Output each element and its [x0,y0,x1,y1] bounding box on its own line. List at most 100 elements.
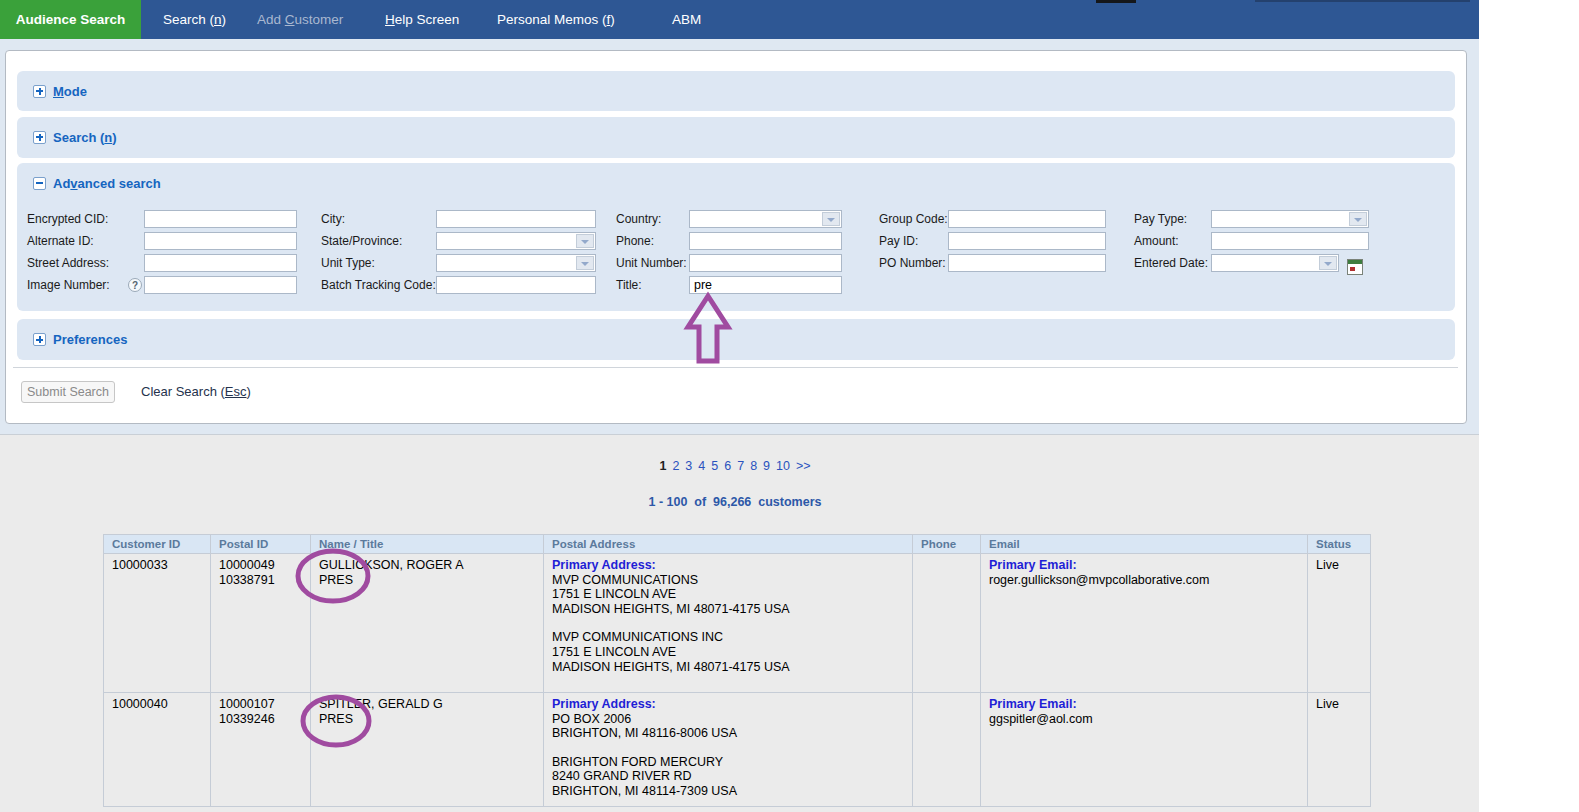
cell-postal-id: 1000004910338791 [211,554,311,693]
chevron-down-icon[interactable] [1319,256,1337,270]
section-advanced-header[interactable]: Advanced search [17,163,1455,203]
cell-phone [913,693,981,807]
chevron-down-icon[interactable] [1349,212,1367,226]
result-count: 1 - 100 of 96,266 customers [0,495,1470,509]
cell-name-title: GULLICKSON, ROGER APRES [311,554,544,693]
table-row: 10000033 1000004910338791 GULLICKSON, RO… [104,554,1371,693]
page-link[interactable]: 6 [724,459,731,473]
street-address-label: Street Address: [27,254,109,272]
cell-email: Primary Email: ggspitler@aol.com [981,693,1308,807]
audience-search-app: Audience Search Search (n) Add Customer … [0,0,1579,812]
image-number-input[interactable] [144,276,297,294]
page-link[interactable]: 3 [685,459,692,473]
state-province-select[interactable] [436,232,596,250]
col-postal-address: Postal Address [544,535,913,554]
cell-email: Primary Email: roger.gullickson@mvpcolla… [981,554,1308,693]
tab-audience-search[interactable]: Audience Search [0,0,141,39]
expand-icon[interactable] [33,85,46,98]
city-input[interactable] [436,210,596,228]
section-preferences: Preferences [17,319,1455,360]
cell-customer-id: 10000033 [104,554,211,693]
section-mode-header[interactable]: Mode [17,71,1455,111]
chevron-down-icon[interactable] [822,212,840,226]
country-select[interactable] [689,210,842,228]
page-link[interactable]: 7 [737,459,744,473]
nav-personal-memos[interactable]: Personal Memos (f) [497,0,615,39]
calendar-icon-top [1348,260,1362,264]
group-code-input[interactable] [948,210,1106,228]
cell-status: Live [1308,554,1371,693]
pay-id-input[interactable] [948,232,1106,250]
nav-search[interactable]: Search (n) [163,0,226,39]
section-mode-title: Mode [53,84,87,99]
search-panel: Mode Search (n) Advanced search Encrypte… [5,50,1467,424]
unit-type-label: Unit Type: [321,254,375,272]
table-header-row: Customer ID Postal ID Name / Title Posta… [104,535,1371,554]
page-link[interactable]: 5 [711,459,718,473]
top-edge-artifact-navy [1255,0,1470,2]
entered-date-label: Entered Date: [1134,254,1208,272]
col-postal-id: Postal ID [211,535,311,554]
section-mode: Mode [17,71,1455,111]
section-advanced-title: Advanced search [53,176,161,191]
help-icon[interactable]: ? [128,278,142,292]
cell-customer-id: 10000040 [104,693,211,807]
group-code-label: Group Code: [879,210,948,228]
section-search-header[interactable]: Search (n) [17,117,1455,157]
submit-search-button[interactable]: Submit Search [21,381,115,403]
results-table: Customer ID Postal ID Name / Title Posta… [103,534,1371,807]
po-number-label: PO Number: [879,254,946,272]
encrypted-cid-label: Encrypted CID: [27,210,108,228]
title-input[interactable] [689,276,842,294]
city-label: City: [321,210,345,228]
cell-name-title: SPITLER, GERALD GPRES [311,693,544,807]
nav-add-customer[interactable]: Add Customer [257,0,343,39]
page-link[interactable]: 10 [776,459,790,473]
nav-help-screen-label: Help Screen [385,12,459,27]
tab-audience-search-label: Audience Search [16,12,126,27]
cell-postal-id: 1000010710339246 [211,693,311,807]
section-preferences-title: Preferences [53,332,127,347]
nav-help-screen[interactable]: Help Screen [385,0,459,39]
table-row: 10000040 1000010710339246 SPITLER, GERAL… [104,693,1371,807]
unit-type-select[interactable] [436,254,596,272]
top-edge-artifact-dark [1096,0,1136,3]
nav-abm[interactable]: ABM [672,0,701,39]
pay-type-label: Pay Type: [1134,210,1187,228]
cell-status: Live [1308,693,1371,807]
chevron-down-icon[interactable] [576,256,594,270]
expand-icon[interactable] [33,333,46,346]
col-phone: Phone [913,535,981,554]
title-label: Title: [616,276,642,294]
divider [13,367,1458,368]
collapse-icon[interactable] [33,177,46,190]
page-link[interactable]: 4 [698,459,705,473]
phone-input[interactable] [689,232,842,250]
encrypted-cid-input[interactable] [144,210,297,228]
pay-type-select[interactable] [1211,210,1369,228]
batch-tracking-code-input[interactable] [436,276,596,294]
alternate-id-label: Alternate ID: [27,232,94,250]
cell-postal-address: Primary Address: MVP COMMUNICATIONS1751 … [544,554,913,693]
unit-number-input[interactable] [689,254,842,272]
expand-icon[interactable] [33,131,46,144]
nav-abm-label: ABM [672,12,701,27]
page-next-link[interactable]: >> [796,459,811,473]
street-address-input[interactable] [144,254,297,272]
amount-input[interactable] [1211,232,1369,250]
nav-personal-memos-label: Personal Memos (f) [497,12,615,27]
page-link[interactable]: 2 [672,459,679,473]
clear-search-link[interactable]: Clear Search (Esc) [141,381,251,403]
col-status: Status [1308,535,1371,554]
section-preferences-header[interactable]: Preferences [17,319,1455,360]
page-link[interactable]: 8 [750,459,757,473]
page-link[interactable]: 9 [763,459,770,473]
alternate-id-input[interactable] [144,232,297,250]
unit-number-label: Unit Number: [616,254,687,272]
page-current: 1 [659,459,666,473]
entered-date-select[interactable] [1211,254,1339,272]
chevron-down-icon[interactable] [576,234,594,248]
nav-add-customer-label: Add Customer [257,12,343,27]
po-number-input[interactable] [948,254,1106,272]
calendar-icon[interactable] [1347,259,1363,275]
